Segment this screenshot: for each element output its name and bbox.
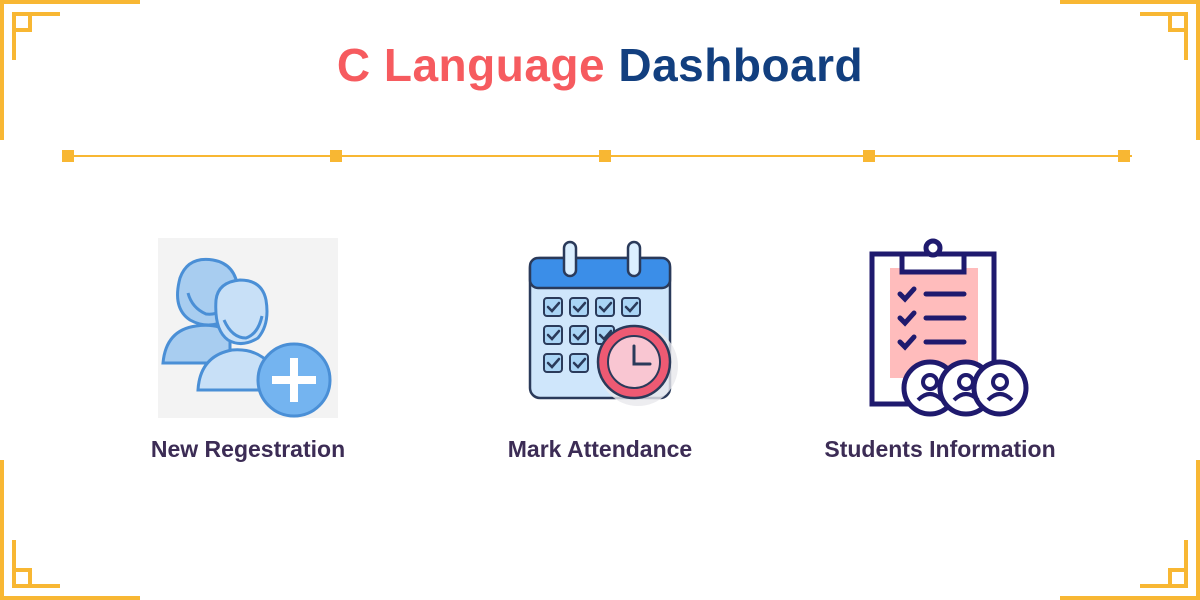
new-registration-label: New Regestration <box>150 436 346 462</box>
clipboard-students-icon <box>869 238 1029 417</box>
new-registration-button[interactable]: New Regestration <box>98 238 398 463</box>
page-title-language: C Language <box>336 39 606 91</box>
page-title-dashboard: Dashboard <box>618 39 864 91</box>
title-divider <box>60 148 1140 164</box>
mark-attendance-label: Mark Attendance <box>507 436 693 462</box>
page-title: C Language Dashboard <box>0 38 1200 92</box>
corner-ornament-bottom-left <box>0 460 140 600</box>
students-information-label: Students Information <box>824 436 1056 462</box>
calendar-clock-icon <box>528 240 678 406</box>
students-information-button[interactable]: Students Information <box>790 238 1090 463</box>
mark-attendance-button[interactable]: Mark Attendance <box>450 238 750 463</box>
corner-ornament-bottom-right <box>1060 460 1200 600</box>
user-add-icon <box>158 238 338 418</box>
